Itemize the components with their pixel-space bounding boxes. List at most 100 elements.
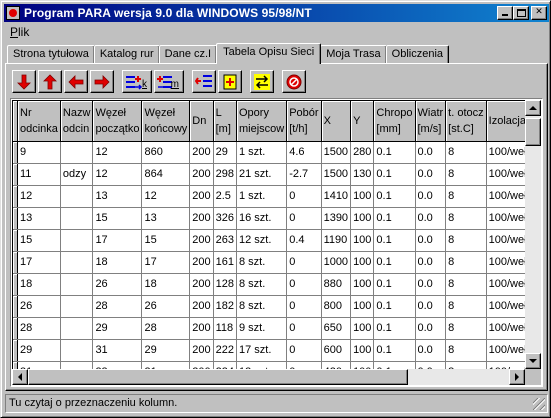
tab-dane-cz1[interactable]: Dane cz.I (158, 45, 218, 63)
table-cell[interactable]: 0 (286, 251, 322, 274)
column-header[interactable]: Nr odcinka (17, 101, 61, 142)
table-cell[interactable]: 100/weł (486, 251, 525, 274)
table-cell[interactable]: 12 szt. (236, 229, 288, 252)
table-cell[interactable]: 12 (92, 163, 143, 186)
table-cell[interactable]: 15 (17, 229, 61, 252)
table-cell[interactable]: 0.1 (373, 339, 416, 362)
table-cell[interactable]: 0 (286, 339, 322, 362)
table-cell[interactable]: 8 (445, 163, 487, 186)
column-header[interactable]: Izolacja (486, 101, 525, 142)
move-down-button[interactable] (12, 70, 36, 93)
table-cell[interactable]: 0.0 (415, 317, 447, 340)
table-cell[interactable]: 1 szt. (236, 185, 288, 208)
tab-strona-tytulowa[interactable]: Strona tytułowa (7, 45, 95, 63)
table-cell[interactable]: 100 (350, 207, 375, 230)
table-cell[interactable]: 600 (321, 339, 352, 362)
table-cell[interactable]: 100/weł (486, 185, 525, 208)
table-row[interactable]: 26 28 26 200 182 8 szt. 0 800 100 0.1 0.0 8 100/weł (13, 295, 525, 318)
move-up-button[interactable] (38, 70, 62, 93)
table-cell[interactable]: 1 szt. (236, 141, 288, 164)
column-header[interactable]: Dn (189, 101, 214, 142)
table-cell[interactable]: 29 (92, 317, 143, 340)
table-cell[interactable]: 200 (189, 163, 214, 186)
table-cell[interactable]: 12 (92, 141, 143, 164)
table-cell[interactable] (60, 339, 94, 362)
table-cell[interactable]: 100/weł (486, 229, 525, 252)
column-header[interactable]: Węzeł końcowy (141, 101, 191, 142)
table-cell[interactable]: 1410 (321, 185, 352, 208)
tab-tabela-opisu-sieci[interactable]: Tabela Opisu Sieci (216, 43, 322, 64)
table-cell[interactable]: 0.0 (415, 163, 447, 186)
table-cell[interactable]: 26 (17, 295, 61, 318)
table-row[interactable]: 11 odzy 12 864 200 298 21 szt. -2.7 1500 130 0.1 0.… (13, 163, 525, 186)
table-cell[interactable]: 8 szt. (236, 251, 288, 274)
table-cell[interactable]: 200 (189, 295, 214, 318)
table-cell[interactable]: 0 (286, 295, 322, 318)
table-cell[interactable]: 0 (286, 273, 322, 296)
table-cell[interactable]: 0.1 (373, 295, 416, 318)
table-cell[interactable]: 263 (213, 229, 237, 252)
table-cell[interactable]: 8 (445, 229, 487, 252)
table-cell[interactable]: 11 (17, 163, 61, 186)
table-cell[interactable]: 8 (445, 295, 487, 318)
table-cell[interactable]: 0.1 (373, 185, 416, 208)
table-cell[interactable]: 8 (445, 207, 487, 230)
table-cell[interactable]: 298 (213, 163, 237, 186)
table-cell[interactable]: 100 (350, 361, 375, 369)
tab-katalog-rur[interactable]: Katalog rur (93, 45, 160, 63)
table-cell[interactable]: 0 (286, 361, 322, 369)
table-cell[interactable]: 800 (321, 295, 352, 318)
table-cell[interactable]: 26 (141, 295, 191, 318)
table-cell[interactable]: 28 (17, 317, 61, 340)
table-row[interactable]: 31333120023413 szt.04201000.10.08100/weł (13, 361, 525, 369)
column-header[interactable]: Wiatr [m/s] (415, 101, 447, 142)
table-cell[interactable]: 100/weł (486, 317, 525, 340)
horizontal-scrollbar[interactable] (12, 369, 525, 385)
table-cell[interactable]: 0.1 (373, 361, 416, 369)
scroll-right-button[interactable] (509, 369, 525, 385)
table-cell[interactable]: 0.1 (373, 207, 416, 230)
table-cell[interactable]: 1190 (321, 229, 352, 252)
table-cell[interactable]: 100 (350, 339, 375, 362)
delete-button[interactable] (282, 70, 306, 93)
table-cell[interactable]: 100 (350, 317, 375, 340)
swap-button[interactable] (250, 70, 274, 93)
vertical-scrollbar[interactable] (525, 100, 541, 369)
table-cell[interactable]: 31 (141, 361, 191, 369)
table-cell[interactable]: 18 (141, 273, 191, 296)
table-cell[interactable]: 18 (92, 251, 143, 274)
table-cell[interactable] (60, 317, 94, 340)
table-cell[interactable]: 8 szt. (236, 273, 288, 296)
table-cell[interactable]: 100/weł (486, 141, 525, 164)
scroll-up-button[interactable] (525, 100, 541, 116)
table-cell[interactable]: 8 (445, 251, 487, 274)
table-cell[interactable]: 8 (445, 185, 487, 208)
table-cell[interactable]: 13 (92, 185, 143, 208)
table-cell[interactable] (60, 185, 94, 208)
table-cell[interactable] (60, 229, 94, 252)
close-button[interactable]: ✕ (531, 6, 547, 20)
table-cell[interactable]: 100 (350, 273, 375, 296)
column-header[interactable]: Chropo [mm] (373, 101, 416, 142)
table-cell[interactable]: 326 (213, 207, 237, 230)
table-cell[interactable]: 280 (350, 141, 375, 164)
table-cell[interactable]: 0.1 (373, 141, 416, 164)
table-cell[interactable]: 16 szt. (236, 207, 288, 230)
move-left-button[interactable] (64, 70, 88, 93)
move-right-button[interactable] (90, 70, 114, 93)
table-cell[interactable]: 33 (92, 361, 143, 369)
insert-rows-m-button[interactable]: m (154, 70, 184, 93)
table-cell[interactable]: 200 (189, 185, 214, 208)
table-cell[interactable]: 1000 (321, 251, 352, 274)
table-cell[interactable]: 100/weł (486, 207, 525, 230)
table-cell[interactable] (60, 207, 94, 230)
table-cell[interactable]: 100 (350, 251, 375, 274)
table-cell[interactable]: 200 (189, 229, 214, 252)
table-cell[interactable]: 0 (286, 185, 322, 208)
table-cell[interactable]: 222 (213, 339, 237, 362)
table-cell[interactable]: 200 (189, 251, 214, 274)
table-cell[interactable]: 4.6 (286, 141, 322, 164)
table-cell[interactable]: 0.0 (415, 339, 447, 362)
table-cell[interactable]: 200 (189, 317, 214, 340)
table-cell[interactable]: 15 (92, 207, 143, 230)
